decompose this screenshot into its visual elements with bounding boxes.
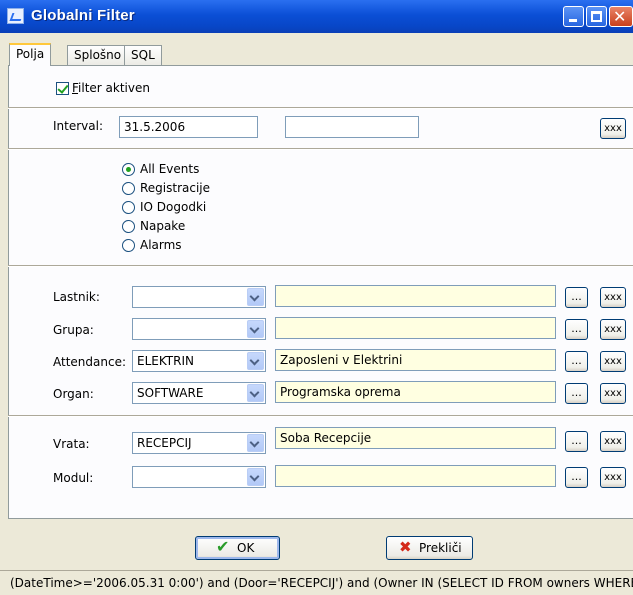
organ-text[interactable]: Programska oprema bbox=[275, 381, 556, 403]
module-browse-button[interactable]: ... bbox=[565, 467, 588, 488]
status-bar: (DateTime>='2006.05.31 0:00') and (Door=… bbox=[0, 570, 633, 595]
module-text[interactable] bbox=[275, 465, 556, 487]
group-combo[interactable] bbox=[132, 318, 266, 340]
dialog-window: Globalni Filter ✕ Polja Splošno SQL Filt… bbox=[0, 0, 633, 595]
group-text[interactable] bbox=[275, 317, 556, 339]
tab-polja[interactable]: Polja bbox=[9, 43, 52, 66]
group-label: Grupa: bbox=[53, 323, 94, 337]
attendance-browse-button[interactable]: ... bbox=[565, 351, 588, 372]
radio-registracije[interactable] bbox=[122, 182, 135, 195]
radio-all-events[interactable] bbox=[122, 163, 135, 176]
group-browse-button[interactable]: ... bbox=[565, 319, 588, 340]
minimize-icon[interactable] bbox=[563, 6, 584, 27]
attendance-label: Attendance: bbox=[53, 355, 126, 369]
organ-browse-button[interactable]: ... bbox=[565, 383, 588, 404]
radio-label[interactable]: Alarms bbox=[140, 238, 182, 252]
ok-button[interactable]: ✔ OK bbox=[195, 536, 280, 560]
interval-label: Interval: bbox=[53, 119, 103, 133]
chevron-down-icon[interactable] bbox=[247, 320, 264, 338]
app-icon bbox=[7, 8, 24, 24]
module-label: Modul: bbox=[53, 471, 94, 485]
filter-active-label[interactable]: Filter aktiven bbox=[72, 81, 150, 95]
chevron-down-icon[interactable] bbox=[247, 434, 264, 452]
divider bbox=[8, 107, 633, 109]
cancel-x-icon: ✖ bbox=[399, 538, 412, 556]
chevron-down-icon[interactable] bbox=[247, 384, 264, 402]
chevron-down-icon[interactable] bbox=[247, 468, 264, 486]
tab-splosno[interactable]: Splošno bbox=[67, 45, 129, 65]
divider bbox=[8, 148, 633, 150]
owner-xxx-button[interactable]: xxx bbox=[600, 287, 626, 308]
title-bar[interactable]: Globalni Filter ✕ bbox=[0, 0, 633, 33]
tab-strip: Polja Splošno SQL bbox=[0, 43, 633, 66]
radio-io-dogodki[interactable] bbox=[122, 201, 135, 214]
attendance-xxx-button[interactable]: xxx bbox=[600, 351, 626, 372]
radio-label[interactable]: All Events bbox=[140, 162, 199, 176]
owner-browse-button[interactable]: ... bbox=[565, 287, 588, 308]
cancel-button[interactable]: ✖ Prekliči bbox=[386, 536, 473, 560]
divider bbox=[8, 415, 633, 417]
organ-label: Organ: bbox=[53, 387, 94, 401]
interval-from-input[interactable]: 31.5.2006 bbox=[119, 116, 258, 138]
door-combo[interactable]: RECEPCIJ bbox=[132, 432, 266, 454]
attendance-combo[interactable]: ELEKTRIN bbox=[132, 350, 266, 372]
door-browse-button[interactable]: ... bbox=[565, 431, 588, 452]
chevron-down-icon[interactable] bbox=[247, 352, 264, 370]
group-xxx-button[interactable]: xxx bbox=[600, 319, 626, 340]
divider bbox=[8, 265, 633, 267]
chevron-down-icon[interactable] bbox=[247, 288, 264, 306]
checkmark-icon: ✔ bbox=[216, 537, 230, 556]
organ-xxx-button[interactable]: xxx bbox=[600, 383, 626, 404]
filter-active-checkbox[interactable] bbox=[56, 82, 69, 95]
tab-sql[interactable]: SQL bbox=[124, 45, 162, 65]
door-text[interactable]: Soba Recepcije bbox=[275, 427, 556, 449]
interval-to-input[interactable] bbox=[285, 116, 419, 138]
radio-label[interactable]: Napake bbox=[140, 219, 185, 233]
owner-label: Lastnik: bbox=[53, 290, 100, 304]
owner-combo[interactable] bbox=[132, 286, 266, 308]
radio-label[interactable]: IO Dogodki bbox=[140, 200, 206, 214]
combo-value: SOFTWARE bbox=[137, 386, 204, 400]
maximize-icon[interactable] bbox=[586, 6, 607, 27]
radio-label[interactable]: Registracije bbox=[140, 181, 210, 195]
radio-napake[interactable] bbox=[122, 220, 135, 233]
door-xxx-button[interactable]: xxx bbox=[600, 431, 626, 452]
window-title: Globalni Filter bbox=[31, 7, 135, 24]
combo-value: RECEPCIJ bbox=[137, 436, 192, 450]
door-label: Vrata: bbox=[53, 437, 90, 451]
combo-value: ELEKTRIN bbox=[137, 354, 194, 368]
interval-xxx-button[interactable]: xxx bbox=[600, 118, 626, 139]
module-combo[interactable] bbox=[132, 466, 266, 488]
radio-alarms[interactable] bbox=[122, 239, 135, 252]
organ-combo[interactable]: SOFTWARE bbox=[132, 382, 266, 404]
ok-label: OK bbox=[237, 541, 255, 555]
attendance-text[interactable]: Zaposleni v Elektrini bbox=[275, 349, 556, 371]
module-xxx-button[interactable]: xxx bbox=[600, 467, 626, 488]
cancel-label: Prekliči bbox=[419, 541, 462, 555]
owner-text[interactable] bbox=[275, 285, 556, 307]
close-icon[interactable]: ✕ bbox=[609, 6, 633, 27]
